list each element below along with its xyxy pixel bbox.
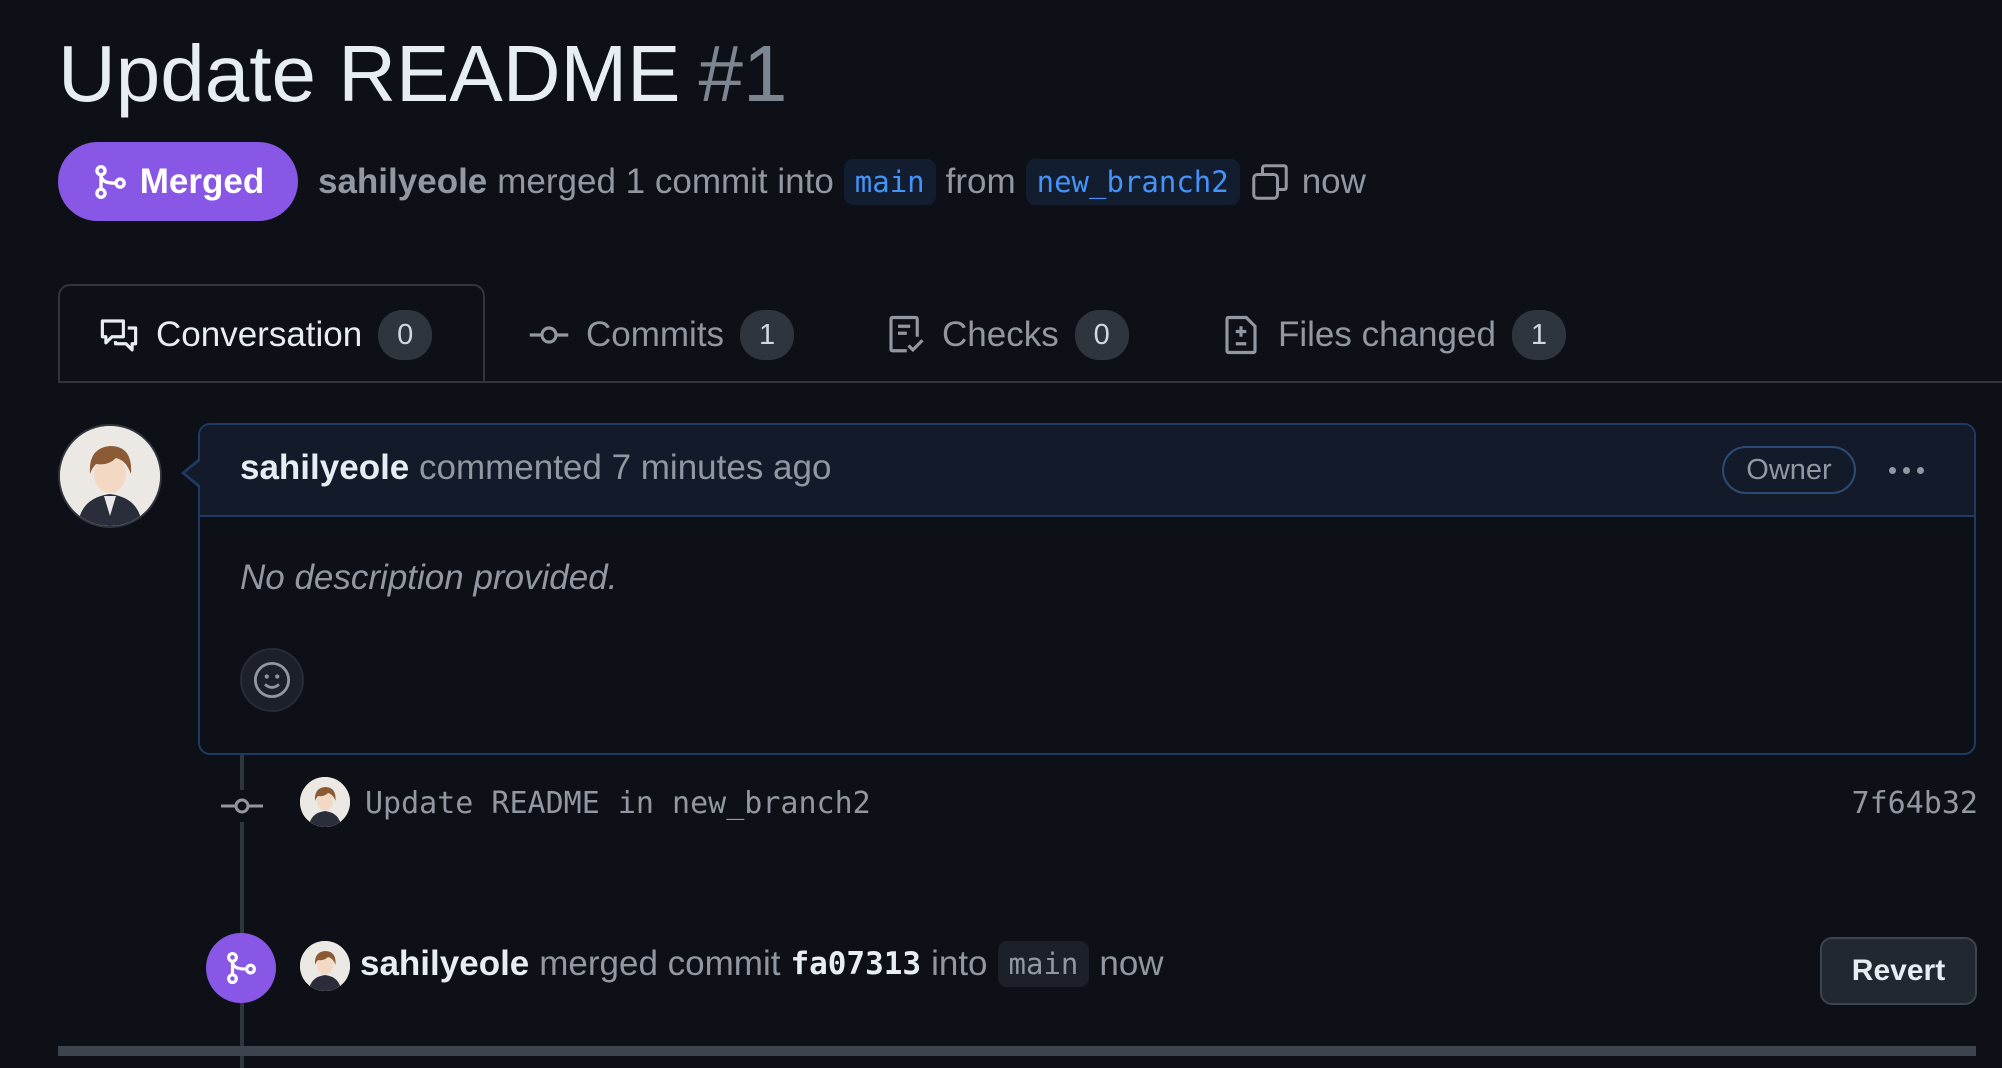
section-divider [58,1046,1976,1056]
tab-files-changed[interactable]: Files changed 1 [1220,305,1566,365]
comment-discussion-icon [100,319,138,352]
comment-pointer-fill [185,461,200,485]
merge-commit-sha-link[interactable]: fa07313 [790,946,921,982]
pr-title: Update README [58,29,681,118]
head-branch-link[interactable]: new_branch2 [1025,159,1240,205]
merge-summary-text: merged 1 commit into [497,162,834,201]
tab-conversation[interactable]: Conversation 0 [98,305,433,365]
revert-button[interactable]: Revert [1820,937,1977,1005]
avatar[interactable] [58,424,162,528]
merge-event-time: now [1099,944,1164,983]
add-reaction-button[interactable] [240,648,304,712]
merge-event-badge [206,933,276,1003]
pr-number: #1 [698,29,788,118]
tab-conversation-count: 0 [378,310,433,360]
user-avatar-image [60,426,160,526]
tab-conversation-label: Conversation [156,315,363,354]
comment-title: sahilyeole commented 7 minutes ago [240,448,831,488]
smiley-icon [253,661,291,699]
user-avatar-image [300,941,350,991]
avatar[interactable] [300,777,350,827]
file-diff-icon [1225,315,1257,355]
tabs-divider [58,381,2002,383]
commit-message-link[interactable]: Update README in new_branch2 [365,786,871,821]
copy-icon[interactable] [1250,162,1290,202]
merge-event-into: into [931,944,988,983]
page-title: Update README #1 [58,26,787,122]
merge-event-author-link[interactable]: sahilyeole [360,944,529,984]
comment-author-link[interactable]: sahilyeole [240,448,409,487]
tab-files-changed-count: 1 [1511,310,1566,360]
merge-event-action: merged commit [539,944,781,983]
from-text: from [945,162,1016,201]
comment-body: No description provided. [240,558,618,597]
tab-files-changed-label: Files changed [1278,315,1496,354]
comment-options-kebab-icon[interactable] [1880,450,1932,490]
avatar[interactable] [300,941,350,991]
git-merge-icon [227,951,256,985]
tab-commits-label: Commits [586,315,725,354]
tab-checks-label: Checks [942,315,1059,354]
merge-event-branch-link[interactable]: main [997,941,1090,987]
git-commit-icon [219,790,265,822]
owner-badge: Owner [1722,446,1856,494]
merge-summary: sahilyeole merged 1 commit into main fro… [318,154,1366,210]
tab-checks[interactable]: Checks 0 [884,305,1129,365]
checklist-icon [889,315,924,353]
commit-sha-link[interactable]: 7f64b32 [1852,786,1978,821]
tab-commits[interactable]: Commits 1 [528,305,795,365]
user-avatar-image [300,777,350,827]
git-merge-icon [95,164,126,199]
tab-commits-count: 1 [740,310,795,360]
merged-status-badge: Merged [58,142,298,221]
tab-checks-count: 0 [1074,310,1129,360]
merge-event-text: sahilyeole merged commit fa07313 into ma… [360,936,1164,992]
pr-author-link[interactable]: sahilyeole [318,162,487,202]
base-branch-link[interactable]: main [843,159,936,205]
comment-timestamp[interactable]: commented 7 minutes ago [419,448,831,487]
git-commit-icon [529,326,569,344]
merge-time: now [1301,162,1366,201]
merged-status-label: Merged [139,161,265,201]
